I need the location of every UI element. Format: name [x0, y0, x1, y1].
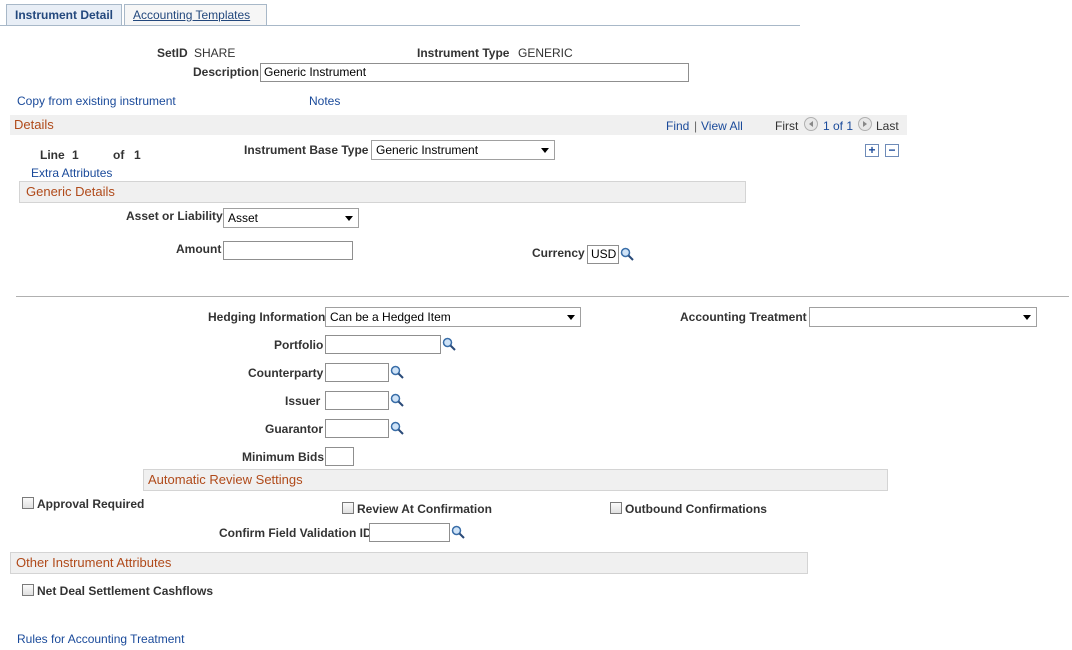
line-label: Line — [40, 148, 65, 162]
setid-label: SetID — [157, 46, 188, 60]
tab-instrument-detail[interactable]: Instrument Detail — [6, 4, 122, 25]
outbound-confirmations-checkbox[interactable] — [610, 502, 622, 514]
hedging-information-value: Can be a Hedged Item — [330, 310, 451, 324]
setid-value: SHARE — [194, 46, 236, 60]
chevron-down-icon — [541, 148, 549, 153]
lookup-icon[interactable] — [390, 421, 404, 435]
asset-liability-select[interactable]: Asset — [223, 208, 359, 228]
review-settings-title: Automatic Review Settings — [148, 472, 303, 487]
portfolio-field[interactable] — [325, 335, 441, 354]
find-separator: | — [694, 119, 698, 133]
net-deal-settlement-label: Net Deal Settlement Cashflows — [37, 584, 214, 598]
confirm-field-validation-field[interactable] — [369, 523, 450, 542]
add-row-button[interactable]: + — [865, 144, 879, 157]
minimum-bids-field[interactable] — [325, 447, 354, 466]
of-value: 1 — [134, 148, 141, 162]
delete-row-button[interactable]: − — [885, 144, 899, 157]
details-bar — [10, 115, 907, 135]
other-attributes-title: Other Instrument Attributes — [16, 555, 172, 570]
issuer-field[interactable] — [325, 391, 389, 410]
view-all-link[interactable]: View All — [701, 119, 743, 133]
divider — [16, 296, 1069, 297]
chevron-down-icon — [345, 216, 353, 221]
tab-underline — [0, 25, 800, 26]
approval-required-label: Approval Required — [37, 497, 145, 511]
description-label: Description — [193, 65, 260, 79]
currency-field[interactable]: USD — [587, 245, 619, 264]
review-at-confirmation-checkbox[interactable] — [342, 502, 354, 514]
base-type-select[interactable]: Generic Instrument — [371, 140, 555, 160]
last-label: Last — [876, 119, 899, 133]
lookup-icon[interactable] — [442, 337, 456, 351]
generic-details-bar — [19, 181, 746, 203]
lookup-icon[interactable] — [390, 393, 404, 407]
pager-count: 1 of 1 — [823, 119, 854, 133]
line-value: 1 — [72, 148, 79, 162]
notes-link[interactable]: Notes — [309, 94, 340, 108]
of-label: of — [113, 148, 125, 162]
currency-label: Currency — [532, 246, 585, 260]
description-field[interactable]: Generic Instrument — [260, 63, 689, 82]
hedging-information-label: Hedging Information — [208, 310, 326, 324]
minimum-bids-label: Minimum Bids — [242, 450, 325, 464]
chevron-down-icon — [567, 315, 575, 320]
lookup-icon[interactable] — [451, 525, 465, 539]
lookup-icon[interactable] — [390, 365, 404, 379]
previous-arrow-icon[interactable] — [804, 117, 818, 131]
generic-details-title: Generic Details — [26, 184, 115, 199]
counterparty-label: Counterparty — [248, 366, 324, 380]
guarantor-field[interactable] — [325, 419, 389, 438]
rules-accounting-treatment-link[interactable]: Rules for Accounting Treatment — [17, 632, 184, 646]
instrument-type-label: Instrument Type — [417, 46, 510, 60]
net-deal-settlement-checkbox[interactable] — [22, 584, 34, 596]
hedging-information-select[interactable]: Can be a Hedged Item — [325, 307, 581, 327]
tab-accounting-templates[interactable]: Accounting Templates — [124, 4, 267, 25]
chevron-down-icon — [1023, 315, 1031, 320]
asset-liability-value: Asset — [228, 211, 259, 225]
next-arrow-icon[interactable] — [858, 117, 872, 131]
instrument-type-value: GENERIC — [518, 46, 573, 60]
find-link[interactable]: Find — [666, 119, 689, 133]
approval-required-checkbox[interactable] — [22, 497, 34, 509]
review-at-confirmation-label: Review At Confirmation — [357, 502, 492, 516]
counterparty-field[interactable] — [325, 363, 389, 382]
portfolio-label: Portfolio — [274, 338, 324, 352]
amount-field[interactable] — [223, 241, 353, 260]
base-type-label: Instrument Base Type — [244, 143, 369, 157]
asset-liability-label: Asset or Liability — [126, 209, 223, 223]
accounting-treatment-label: Accounting Treatment — [680, 310, 807, 324]
copy-from-existing-link[interactable]: Copy from existing instrument — [17, 94, 176, 108]
issuer-label: Issuer — [285, 394, 321, 408]
confirm-field-validation-label: Confirm Field Validation ID — [219, 526, 372, 540]
first-label: First — [775, 119, 799, 133]
details-title: Details — [14, 117, 54, 132]
guarantor-label: Guarantor — [265, 422, 324, 436]
amount-label: Amount — [176, 242, 222, 256]
accounting-treatment-select[interactable] — [809, 307, 1037, 327]
extra-attributes-link[interactable]: Extra Attributes — [31, 166, 112, 180]
outbound-confirmations-label: Outbound Confirmations — [625, 502, 767, 516]
lookup-icon[interactable] — [620, 247, 634, 261]
base-type-value: Generic Instrument — [376, 143, 479, 157]
